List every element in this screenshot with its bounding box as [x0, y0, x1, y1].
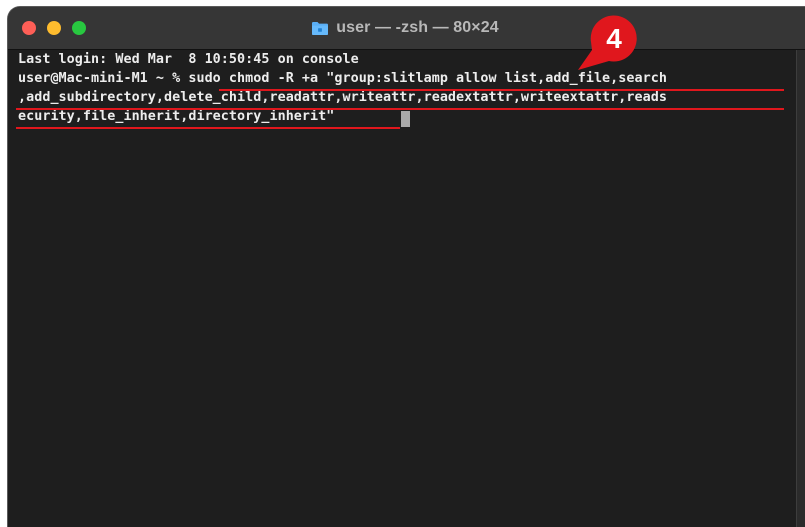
step-number-badge: 4 [606, 23, 622, 54]
window-title-area: user — -zsh — 80×24 [8, 7, 802, 49]
title-bar[interactable]: user — -zsh — 80×24 [8, 7, 805, 50]
command-highlight-underline [219, 89, 784, 91]
terminal-output[interactable]: Last login: Wed Mar 8 10:50:45 on consol… [8, 50, 788, 525]
text-cursor [401, 111, 410, 127]
command-highlight-underline [16, 108, 784, 110]
terminal-window: user — -zsh — 80×24 Last login: Wed Mar … [8, 7, 805, 527]
vertical-scrollbar[interactable] [796, 50, 805, 527]
terminal-line: Last login: Wed Mar 8 10:50:45 on consol… [18, 52, 359, 67]
folder-icon [312, 21, 329, 35]
window-title: user — -zsh — 80×24 [336, 19, 499, 36]
terminal-line: ecurity,file_inherit,directory_inherit" [18, 109, 343, 124]
command-highlight-underline [16, 127, 400, 129]
terminal-line: ,add_subdirectory,delete_child,readattr,… [18, 90, 667, 105]
